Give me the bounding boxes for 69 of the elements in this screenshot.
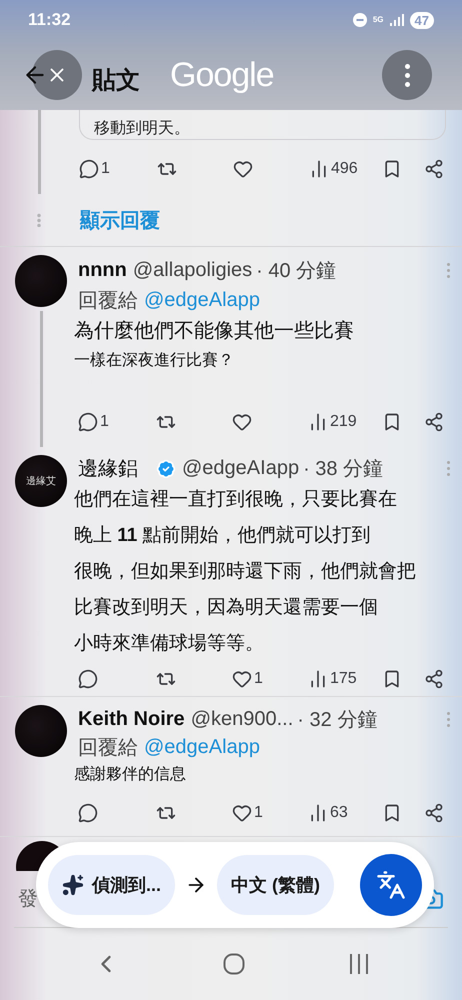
share-button[interactable]: [424, 412, 444, 432]
post-text: 感謝夥伴的信息: [74, 764, 187, 786]
sparkle-icon: [62, 874, 84, 896]
heart-icon: [232, 412, 252, 432]
reply-prefix: 回覆給: [78, 288, 138, 314]
heart-icon: [233, 159, 253, 179]
brand-logo: Google: [170, 56, 274, 94]
quoted-text: 移動到明天。: [94, 119, 190, 139]
author-handle: @allapoligies: [132, 258, 252, 282]
share-icon: [424, 669, 444, 689]
author-name[interactable]: 邊緣鋁: [78, 455, 138, 482]
post-text: 比賽改到明天，因為明天還需要一個: [74, 596, 379, 620]
do-not-disturb-icon: [352, 13, 367, 27]
comment-icon: [78, 802, 98, 823]
share-button[interactable]: [424, 669, 444, 689]
more-vertical-icon: [404, 64, 410, 86]
post-text: 晚上 11 點前開始，他們就可以打到: [74, 524, 372, 548]
menu-button[interactable]: [382, 50, 432, 100]
translate-button[interactable]: [360, 854, 422, 916]
home-nav-button[interactable]: [222, 953, 245, 975]
post-text: 很晚，但如果到那時還下雨，他們就會把: [74, 560, 417, 584]
recents-nav-button[interactable]: [348, 954, 370, 974]
source-language-button[interactable]: 偵測到...: [48, 855, 176, 915]
reply-prefix: 回覆給: [78, 736, 138, 761]
reply-input[interactable]: 發: [18, 888, 40, 910]
reply-button[interactable]: 1: [79, 159, 157, 179]
more-vertical-icon: [447, 262, 450, 278]
avatar[interactable]: [15, 705, 67, 757]
close-button[interactable]: [32, 50, 82, 100]
status-time: 11:32: [28, 10, 71, 30]
author-name[interactable]: nnnn: [78, 258, 127, 282]
share-icon: [424, 412, 444, 432]
views-button[interactable]: 175: [308, 669, 378, 689]
avatar[interactable]: [15, 255, 67, 307]
post-text: 為什麼他們不能像其他一些比賽: [74, 319, 355, 344]
more-vertical-icon: [447, 461, 450, 476]
more-vertical-icon: [447, 712, 450, 727]
network-type: 5G: [372, 16, 384, 24]
share-button[interactable]: [424, 159, 444, 179]
views-button[interactable]: 63: [308, 802, 378, 823]
comment-icon: [78, 412, 98, 432]
post-time: · 40 分鐘: [256, 258, 336, 284]
like-button[interactable]: 1: [232, 669, 308, 689]
thread-dots-icon: [36, 213, 42, 227]
heart-icon: [232, 802, 252, 823]
post-text: 一樣在深夜進行比賽？: [74, 350, 235, 371]
views-button[interactable]: 496: [309, 159, 379, 179]
post-text: 小時來準備球場等等。: [74, 632, 265, 656]
share-icon: [424, 802, 444, 823]
post-time: · 32 分鐘: [297, 708, 378, 733]
author-name[interactable]: Keith Noire: [78, 708, 185, 731]
heart-icon: [232, 669, 252, 689]
comment-icon: [79, 159, 99, 179]
reply-button[interactable]: 1: [78, 412, 156, 432]
signal-icon: [390, 14, 404, 26]
post-text: 他們在這裡一直打到很晚，只要比賽在: [74, 488, 398, 512]
views-button[interactable]: 219: [308, 412, 378, 432]
share-icon: [424, 159, 444, 179]
battery-level: 47: [410, 12, 434, 28]
post-time: · 38 分鐘: [303, 457, 384, 482]
author-handle: @ken900...: [190, 708, 294, 731]
target-language-button[interactable]: 中文 (繁體): [217, 855, 334, 915]
page-title: 貼文: [92, 66, 140, 96]
like-button[interactable]: 1: [232, 802, 308, 823]
translate-icon: [376, 870, 406, 900]
avatar[interactable]: 邊緣艾: [15, 455, 67, 507]
share-button[interactable]: [424, 802, 444, 823]
author-handle: @edgeAIapp: [182, 457, 300, 480]
comment-icon: [78, 669, 98, 689]
